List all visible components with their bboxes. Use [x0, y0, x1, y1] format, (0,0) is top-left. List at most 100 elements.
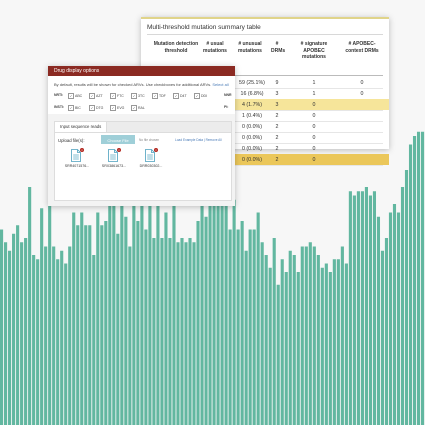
checkbox-check-icon[interactable]: ✓ — [68, 93, 74, 99]
drug-checkbox-ddi[interactable]: ✓ DDI — [194, 93, 207, 99]
background-bar — [180, 238, 184, 425]
drug-checkbox-3tc[interactable]: ✓ 3TC — [131, 93, 145, 99]
upload-label: Upload file(s): — [58, 138, 85, 143]
checkbox-label: ABC — [75, 93, 83, 98]
background-bar — [244, 250, 248, 425]
background-bar — [304, 246, 308, 425]
tab-input-sequence-reads[interactable]: Input sequence reads — [55, 122, 108, 132]
background-bar — [200, 178, 204, 425]
drug-display-title: Drug display options — [54, 68, 100, 74]
background-bar — [152, 238, 156, 425]
table-cell: 4 (1.7%) — [241, 102, 263, 108]
drug-checkbox-tdf[interactable]: ✓ TDF — [152, 93, 166, 99]
drug-checkbox-bic[interactable]: ✓ BIC — [68, 105, 81, 111]
table-cell: 0 (0.0%) — [241, 135, 263, 141]
background-bar — [260, 242, 264, 425]
background-bar — [16, 225, 20, 425]
header-apobec-drms: # APOBEC-context DRMs — [345, 41, 379, 54]
background-bar — [384, 238, 389, 425]
background-bar — [40, 208, 44, 425]
background-bar — [392, 204, 397, 425]
checkbox-check-icon[interactable]: ✓ — [173, 93, 179, 99]
table-cell: 0 (0.0%) — [241, 146, 263, 152]
table-cell: 0 — [312, 124, 316, 130]
background-bar — [92, 255, 96, 425]
uploaded-file[interactable]: × SRR4071576... — [63, 148, 91, 177]
background-bar — [248, 229, 252, 425]
header-unusual: # unusual mutations — [238, 41, 262, 54]
table-cell: 0 — [360, 91, 364, 97]
drug-checkbox-d4t[interactable]: ✓ D4T — [173, 93, 187, 99]
delete-file-icon[interactable]: × — [117, 148, 121, 152]
background-bar — [276, 284, 280, 425]
drug-checkbox-ral[interactable]: ✓ RAL — [131, 105, 145, 111]
nrti-label: NRTI: — [54, 93, 64, 97]
table-cell: 2 — [275, 113, 279, 119]
background-bar — [320, 267, 324, 425]
delete-file-icon[interactable]: × — [154, 148, 158, 152]
background-bar — [388, 212, 393, 425]
table-cell: 0 — [312, 102, 316, 108]
background-bar — [60, 250, 64, 425]
background-bar — [164, 212, 168, 425]
checkbox-check-icon[interactable]: ✓ — [89, 93, 95, 99]
header-drms: # DRMs — [271, 41, 286, 54]
drug-options-body: By default, results will be shown for ch… — [48, 76, 235, 114]
background-bar — [84, 225, 88, 425]
background-bar — [352, 195, 356, 425]
background-bar — [20, 242, 24, 425]
table-cell: 3 — [275, 102, 279, 108]
background-bar — [308, 242, 312, 425]
delete-file-icon[interactable]: × — [80, 148, 84, 152]
background-bar — [316, 255, 320, 425]
background-bar — [216, 195, 220, 425]
background-bar — [8, 250, 12, 425]
reads-tabbar: Input sequence reads — [55, 122, 231, 133]
drug-checkbox-evg[interactable]: ✓ EVG — [110, 105, 124, 111]
background-bar — [212, 199, 216, 425]
uploaded-file[interactable]: × DRR030302... — [137, 148, 165, 177]
drug-checkbox-azt[interactable]: ✓ AZT — [89, 93, 103, 99]
background-bar — [140, 170, 144, 425]
checkbox-check-icon[interactable]: ✓ — [68, 105, 74, 111]
background-bar — [412, 136, 417, 425]
background-bar — [148, 204, 152, 425]
drug-checkbox-ftc[interactable]: ✓ FTC — [110, 93, 124, 99]
checkbox-check-icon[interactable]: ✓ — [110, 105, 116, 111]
checkbox-check-icon[interactable]: ✓ — [194, 93, 200, 99]
background-bar — [56, 259, 60, 425]
checkbox-check-icon[interactable]: ✓ — [131, 105, 137, 111]
checkbox-check-icon[interactable]: ✓ — [131, 93, 137, 99]
background-bar — [48, 170, 52, 425]
drug-checkbox-dtg[interactable]: ✓ DTG — [89, 105, 103, 111]
checkbox-check-icon[interactable]: ✓ — [110, 93, 116, 99]
choose-file-button[interactable]: Choose File — [101, 135, 135, 144]
background-bar — [372, 191, 377, 425]
select-all-link[interactable]: Select all — [212, 82, 228, 87]
background-bar — [232, 199, 236, 425]
background-bar — [292, 255, 296, 425]
drug-checkbox-abc[interactable]: ✓ ABC — [68, 93, 82, 99]
background-bar — [156, 204, 160, 425]
background-bar — [96, 212, 100, 425]
checkbox-label: EVG — [117, 105, 125, 110]
checkbox-check-icon[interactable]: ✓ — [152, 93, 158, 99]
uploaded-file[interactable]: × SRX3861673... — [100, 148, 128, 177]
table-cell: 2 — [275, 135, 279, 141]
background-bar — [64, 263, 68, 425]
background-bar — [348, 191, 352, 425]
example-data-links[interactable]: Load Example Data | Remove All — [175, 138, 222, 142]
background-bar — [192, 242, 196, 425]
background-bar — [104, 221, 108, 425]
background-bar — [160, 238, 164, 425]
header-usual: # usual mutations — [203, 41, 227, 54]
background-bar — [12, 233, 16, 425]
background-bar — [300, 246, 304, 425]
summary-table-title: Multi-threshold mutation summary table — [147, 24, 261, 31]
table-cell: 59 (25.1%) — [239, 80, 265, 86]
background-bar — [80, 212, 84, 425]
header-threshold: Mutation detection threshold — [153, 41, 199, 54]
checkbox-label: DTG — [96, 105, 104, 110]
checkbox-check-icon[interactable]: ✓ — [89, 105, 95, 111]
drug-note: By default, results will be shown for ch… — [54, 82, 229, 87]
